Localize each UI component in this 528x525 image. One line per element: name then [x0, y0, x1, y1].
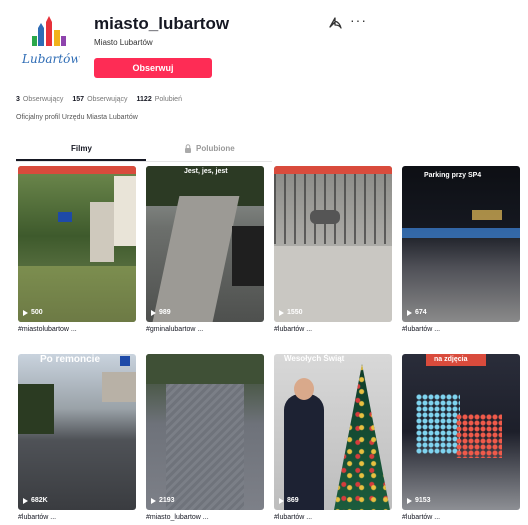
view-count: 2193 [151, 497, 175, 504]
view-count: 989 [151, 309, 171, 316]
video-overlay-text: na zdjęcia [434, 356, 468, 363]
more-options-icon[interactable]: ··· [350, 12, 367, 28]
view-count: 500 [23, 309, 43, 316]
view-count: 9153 [407, 497, 431, 504]
video-thumbnail: 1550 [274, 166, 392, 322]
view-count: 674 [407, 309, 427, 316]
profile-stats: 3 Obserwujący 157 Obserwujący 1122 Polubień [16, 96, 182, 103]
video-thumbnail: Jest, jes, jest 989 [146, 166, 264, 322]
video-caption[interactable]: #gminalubartow ... [146, 326, 203, 333]
tab-divider [16, 161, 272, 162]
view-count: 682K [23, 497, 48, 504]
profile-username: miasto_lubartow [94, 14, 230, 33]
video-overlay-text: Wesołych Świąt [284, 354, 345, 363]
play-icon [151, 309, 156, 316]
video-thumbnail: 500 [18, 166, 136, 322]
video-card[interactable]: 1550 #lubartów ... [274, 166, 392, 333]
stat-likes: 1122 Polubień [136, 96, 182, 103]
view-count: 1550 [279, 309, 303, 316]
video-card[interactable]: 500 #miastolubartow ... [18, 166, 136, 333]
logo-text: Lubartów [22, 52, 81, 66]
share-icon[interactable] [328, 16, 342, 30]
tab-liked[interactable]: Polubione [184, 144, 235, 153]
video-card[interactable]: Jest, jes, jest 989 #gminalubartow ... [146, 166, 264, 333]
video-thumbnail: Po remoncie 682K [18, 354, 136, 510]
stat-following[interactable]: 3 Obserwujący [16, 96, 63, 103]
play-icon [279, 497, 284, 504]
video-card[interactable]: Po remoncie 682K #lubartów ... [18, 354, 136, 521]
video-thumbnail: na zdjęcia 9153 [402, 354, 520, 510]
video-caption[interactable]: #miastolubartow ... [18, 326, 77, 333]
video-overlay-text: Parking przy SP4 [424, 172, 482, 179]
stat-followers[interactable]: 157 Obserwujący [72, 96, 127, 103]
video-overlay-text: Po remoncie [40, 354, 101, 365]
play-icon [407, 309, 412, 316]
profile-tabs: Filmy Polubione [16, 138, 272, 162]
video-caption[interactable]: #lubartów ... [402, 514, 440, 521]
video-card[interactable]: 2193 #miasto_lubartow ... [146, 354, 264, 521]
video-card[interactable]: Parking przy SP4 674 #lubartów ... [402, 166, 520, 333]
play-icon [279, 309, 284, 316]
play-icon [23, 309, 28, 316]
follow-button[interactable]: Obserwuj [94, 58, 212, 78]
city-logo-icon [32, 16, 66, 46]
video-caption[interactable]: #miasto_lubartow ... [146, 514, 209, 521]
video-thumbnail: Wesołych Świąt 869 [274, 354, 392, 510]
profile-bio: Oficjalny profil Urzędu Miasta Lubartów [16, 114, 138, 121]
video-card[interactable]: Wesołych Świąt 869 #lubartów ... [274, 354, 392, 521]
profile-nickname: Miasto Lubartów [94, 38, 153, 47]
lock-icon [185, 144, 191, 153]
play-icon [407, 497, 412, 504]
play-icon [23, 497, 28, 504]
video-caption[interactable]: #lubartów ... [274, 514, 312, 521]
video-caption[interactable]: #lubartów ... [274, 326, 312, 333]
view-count: 869 [279, 497, 299, 504]
video-card[interactable]: na zdjęcia 9153 #lubartów ... [402, 354, 520, 521]
profile-avatar[interactable]: Lubartów [16, 12, 82, 78]
video-thumbnail: 2193 [146, 354, 264, 510]
video-caption[interactable]: #lubartów ... [402, 326, 440, 333]
video-caption[interactable]: #lubartów ... [18, 514, 56, 521]
tab-liked-label: Polubione [196, 144, 235, 153]
video-thumbnail: Parking przy SP4 674 [402, 166, 520, 322]
video-overlay-text: Jest, jes, jest [184, 168, 228, 175]
play-icon [151, 497, 156, 504]
tab-videos[interactable]: Filmy [71, 144, 92, 153]
